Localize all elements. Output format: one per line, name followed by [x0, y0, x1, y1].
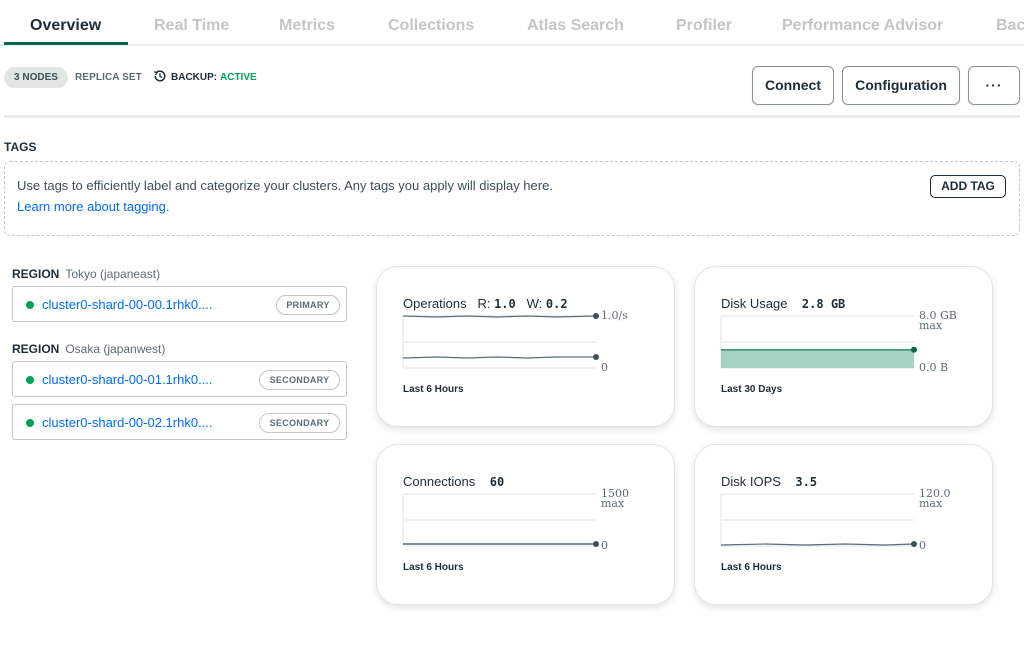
disk-usage-period: Last 30 Days	[721, 384, 783, 395]
region-label: REGION	[12, 267, 60, 281]
node-status-dot	[26, 301, 34, 309]
node-row[interactable]: cluster0-shard-00-00.1rhk0.... PRIMARY	[12, 286, 347, 322]
region-name: Osaka (japanwest)	[65, 342, 166, 356]
connections-period: Last 6 Hours	[403, 562, 464, 573]
backup-history-icon	[153, 70, 166, 82]
more-options-button[interactable]: ···	[968, 66, 1020, 105]
nodes-badge: 3 NODES	[4, 67, 68, 88]
disk-usage-metric-card[interactable]: Disk Usage 2.8 GB 8.0 GB max 0.0 B Last …	[694, 266, 993, 427]
region-header-osaka: REGION Osaka (japanwest)	[12, 342, 165, 356]
node-row[interactable]: cluster0-shard-00-02.1rhk0.... SECONDARY	[12, 404, 347, 440]
disk-iops-series-line	[720, 543, 914, 546]
disk-usage-max-sub: max	[919, 319, 943, 332]
section-divider	[4, 115, 1020, 118]
disk-iops-min-label: 0	[919, 539, 926, 552]
learn-more-tagging-link[interactable]: Learn more about tagging.	[17, 199, 170, 214]
tab-atlas-search[interactable]: Atlas Search	[527, 17, 624, 35]
connect-button[interactable]: Connect	[752, 66, 834, 105]
node-status-dot	[26, 376, 34, 384]
disk-usage-sparkline: 8.0 GB max 0.0 B	[720, 309, 957, 374]
tags-description: Use tags to efficiently label and catego…	[17, 178, 553, 193]
node-role-badge: PRIMARY	[276, 295, 340, 315]
tab-bar: Overview Real Time Metrics Collections A…	[0, 0, 1024, 46]
operations-max-label: 1.0/s	[601, 309, 628, 322]
tab-performance-advisor[interactable]: Performance Advisor	[782, 17, 943, 35]
operations-min-label: 0	[601, 361, 608, 374]
node-status-dot	[26, 419, 34, 427]
node-host-link[interactable]: cluster0-shard-00-02.1rhk0....	[42, 415, 213, 430]
disk-usage-area	[721, 349, 914, 368]
disk-iops-max-sub: max	[919, 497, 943, 510]
connections-metric-card[interactable]: Connections 60 1500 max 0 Last 6 Hours	[376, 444, 675, 605]
node-row[interactable]: cluster0-shard-00-01.1rhk0.... SECONDARY	[12, 361, 347, 397]
operations-sparkline: 1.0/s 0	[402, 309, 628, 374]
disk-usage-min-label: 0.0 B	[919, 361, 948, 374]
disk-iops-metric-card[interactable]: Disk IOPS 3.5 120.0 max 0 Last 6 Hours	[694, 444, 993, 605]
disk-usage-current-point	[911, 346, 917, 353]
connections-max-sub: max	[601, 497, 625, 510]
region-header-tokyo: REGION Tokyo (japaneast)	[12, 267, 160, 281]
tags-heading: TAGS	[4, 140, 37, 154]
operations-metric-card[interactable]: Operations R: 1.0 W: 0.2 1.0/s 0 Last 6 …	[376, 266, 675, 427]
add-tag-button[interactable]: ADD TAG	[930, 175, 1006, 198]
tab-collections[interactable]: Collections	[388, 17, 474, 35]
backup-status: ACTIVE	[220, 72, 257, 83]
node-role-badge: SECONDARY	[259, 370, 340, 390]
writes-series-line	[402, 356, 595, 359]
configuration-button[interactable]: Configuration	[842, 66, 960, 105]
connections-min-label: 0	[601, 539, 608, 552]
disk-iops-sparkline: 120.0 max 0	[720, 487, 951, 552]
connections-current-point	[593, 541, 599, 547]
disk-iops-current-point	[911, 541, 917, 547]
node-host-link[interactable]: cluster0-shard-00-01.1rhk0....	[42, 372, 213, 387]
operations-period: Last 6 Hours	[403, 384, 464, 395]
tab-metrics[interactable]: Metrics	[279, 17, 335, 35]
disk-iops-period: Last 6 Hours	[721, 562, 782, 573]
writes-current-point	[593, 354, 599, 360]
node-role-badge: SECONDARY	[259, 413, 340, 433]
connections-sparkline: 1500 max 0	[402, 487, 629, 552]
cluster-type-label: REPLICA SET	[75, 72, 142, 83]
region-label: REGION	[12, 342, 60, 356]
tab-backup[interactable]: Bac	[996, 17, 1024, 35]
active-tab-indicator	[4, 42, 128, 45]
tab-real-time[interactable]: Real Time	[154, 17, 229, 35]
reads-current-point	[593, 313, 599, 319]
tab-overview[interactable]: Overview	[30, 17, 101, 35]
tab-profiler[interactable]: Profiler	[676, 17, 732, 35]
region-name: Tokyo (japaneast)	[65, 267, 161, 281]
node-host-link[interactable]: cluster0-shard-00-00.1rhk0....	[42, 297, 213, 312]
backup-label: BACKUP:	[171, 72, 218, 83]
